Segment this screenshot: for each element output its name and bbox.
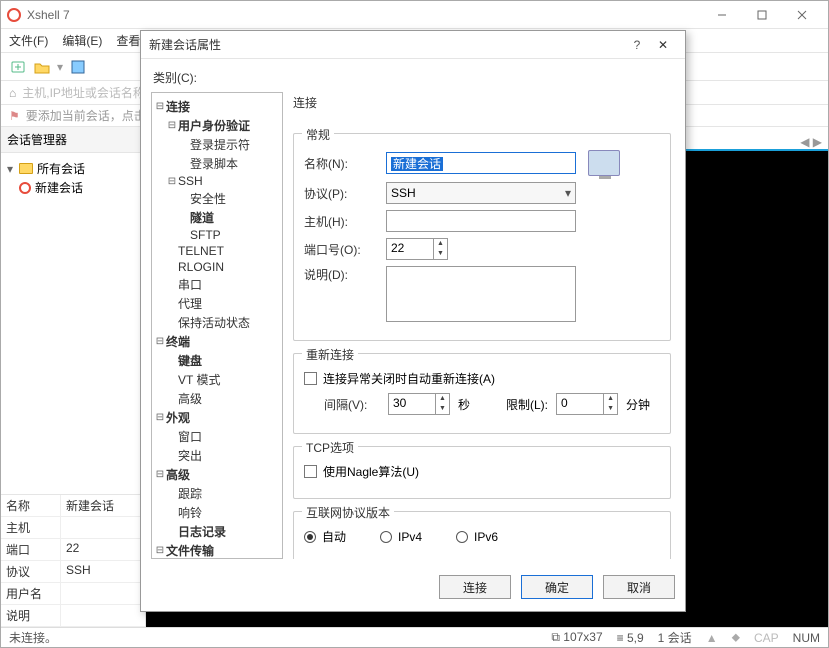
cancel-button[interactable]: 取消 bbox=[603, 575, 675, 599]
ipversion-legend: 互联网协议版本 bbox=[302, 504, 394, 521]
session-tree[interactable]: ▾ 所有会话 新建会话 bbox=[1, 153, 145, 203]
new-session-dialog: 新建会话属性 ? ✕ 类别(C): ⊟连接⊟用户身份验证登录提示符登录脚本⊟SS… bbox=[140, 30, 686, 612]
protocol-label: 协议(P): bbox=[304, 185, 378, 202]
category-tree-item[interactable]: 登录脚本 bbox=[154, 154, 280, 173]
menu-file[interactable]: 文件(F) bbox=[9, 32, 48, 49]
category-tree-item[interactable]: ⊟终端 bbox=[154, 332, 280, 351]
port-input[interactable]: 22 ▲▼ bbox=[386, 238, 448, 260]
app-icon bbox=[7, 8, 21, 22]
ip-auto-radio[interactable]: 自动 bbox=[304, 528, 346, 545]
property-row: 用户名 bbox=[1, 583, 145, 605]
ipv6-radio[interactable]: IPv6 bbox=[456, 530, 498, 544]
status-sessions: 1 会话 bbox=[658, 629, 692, 646]
session-properties-table: 名称新建会话主机端口22协议SSH用户名说明 bbox=[1, 494, 145, 627]
property-row: 说明 bbox=[1, 605, 145, 627]
desc-label: 说明(D): bbox=[304, 266, 378, 283]
status-size: 107x37 bbox=[563, 630, 602, 644]
tree-collapse-icon[interactable]: ▾ bbox=[5, 162, 15, 176]
tree-session-label[interactable]: 新建会话 bbox=[35, 179, 83, 196]
category-tree[interactable]: ⊟连接⊟用户身份验证登录提示符登录脚本⊟SSH安全性隧道SFTPTELNETRL… bbox=[151, 92, 283, 559]
category-tree-item[interactable]: SFTP bbox=[154, 227, 280, 243]
category-tree-item[interactable]: ⊟SSH bbox=[154, 173, 280, 189]
status-num: NUM bbox=[793, 631, 820, 645]
minimize-button[interactable] bbox=[702, 2, 742, 28]
home-icon: ⌂ bbox=[9, 86, 16, 100]
limit-input[interactable]: 0 ▲▼ bbox=[556, 393, 618, 415]
session-manager-header: 会话管理器 bbox=[1, 127, 145, 153]
maximize-button[interactable] bbox=[742, 2, 782, 28]
category-tree-item[interactable]: 跟踪 bbox=[154, 484, 280, 503]
category-label: 类别(C): bbox=[151, 65, 675, 92]
category-tree-item[interactable]: ⊟用户身份验证 bbox=[154, 116, 280, 135]
category-tree-item[interactable]: ⊟外观 bbox=[154, 408, 280, 427]
monitor-icon bbox=[588, 150, 620, 176]
category-tree-item[interactable]: 键盘 bbox=[154, 351, 280, 370]
general-legend: 常规 bbox=[302, 126, 334, 143]
menu-edit[interactable]: 编辑(E) bbox=[62, 32, 102, 49]
category-tree-item[interactable]: 保持活动状态 bbox=[154, 313, 280, 332]
interval-input[interactable]: 30 ▲▼ bbox=[388, 393, 450, 415]
open-folder-icon[interactable] bbox=[33, 58, 51, 76]
close-button[interactable] bbox=[782, 2, 822, 28]
section-title: 连接 bbox=[293, 92, 671, 113]
dialog-close-button[interactable]: ✕ bbox=[649, 38, 677, 52]
category-tree-item[interactable]: 窗口 bbox=[154, 427, 280, 446]
status-left: 未连接。 bbox=[9, 629, 57, 646]
tcp-legend: TCP选项 bbox=[302, 439, 358, 456]
address-placeholder: 主机,IP地址或会话名称 bbox=[22, 84, 145, 101]
status-cap: CAP bbox=[754, 631, 779, 645]
status-bar: 未连接。 ⧉ 107x37 ≡ 5,9 1 会话 ▲ ⬥ CAP NUM bbox=[1, 627, 828, 647]
category-tree-item[interactable]: ⊟文件传输 bbox=[154, 541, 280, 559]
nagle-checkbox[interactable]: 使用Nagle算法(U) bbox=[304, 463, 419, 480]
tcp-group: TCP选项 使用Nagle算法(U) bbox=[293, 446, 671, 499]
category-tree-item[interactable]: 代理 bbox=[154, 294, 280, 313]
host-label: 主机(H): bbox=[304, 213, 378, 230]
category-tree-item[interactable]: ⊟连接 bbox=[154, 97, 280, 116]
category-tree-item[interactable]: ⊟高级 bbox=[154, 465, 280, 484]
ok-button[interactable]: 确定 bbox=[521, 575, 593, 599]
tree-root-label[interactable]: 所有会话 bbox=[37, 160, 85, 177]
property-row: 端口22 bbox=[1, 539, 145, 561]
status-pos: 5,9 bbox=[627, 631, 644, 645]
ipv4-radio[interactable]: IPv4 bbox=[380, 530, 422, 544]
description-input[interactable] bbox=[386, 266, 576, 322]
category-tree-item[interactable]: 高级 bbox=[154, 389, 280, 408]
new-session-icon[interactable] bbox=[9, 58, 27, 76]
interval-label: 间隔(V): bbox=[324, 396, 380, 413]
category-tree-item[interactable]: 日志记录 bbox=[154, 522, 280, 541]
category-tree-item[interactable]: 登录提示符 bbox=[154, 135, 280, 154]
session-icon bbox=[19, 182, 31, 194]
category-tree-item[interactable]: 串口 bbox=[154, 275, 280, 294]
reconnect-legend: 重新连接 bbox=[302, 346, 358, 363]
save-icon[interactable] bbox=[69, 58, 87, 76]
property-row: 协议SSH bbox=[1, 561, 145, 583]
app-title: Xshell 7 bbox=[27, 8, 702, 22]
name-input[interactable]: 新建会话 bbox=[386, 152, 576, 174]
limit-label: 限制(L): bbox=[506, 396, 548, 413]
category-tree-item[interactable]: VT 模式 bbox=[154, 370, 280, 389]
general-group: 常规 名称(N): 新建会话 协议(P): SSH▾ 主机(H): bbox=[293, 133, 671, 341]
port-label: 端口号(O): bbox=[304, 241, 378, 258]
reconnect-group: 重新连接 连接异常关闭时自动重新连接(A) 间隔(V): 30 ▲▼ bbox=[293, 353, 671, 434]
dialog-help-button[interactable]: ? bbox=[625, 38, 649, 52]
property-row: 主机 bbox=[1, 517, 145, 539]
ipversion-group: 互联网协议版本 自动 IPv4 IPv6 bbox=[293, 511, 671, 559]
connect-button[interactable]: 连接 bbox=[439, 575, 511, 599]
protocol-select[interactable]: SSH▾ bbox=[386, 182, 576, 204]
tip-text: 要添加当前会话，点击 bbox=[26, 107, 146, 124]
flag-icon: ⚑ bbox=[9, 109, 20, 123]
property-row: 名称新建会话 bbox=[1, 495, 145, 517]
main-titlebar: Xshell 7 bbox=[1, 1, 828, 29]
category-tree-item[interactable]: 安全性 bbox=[154, 189, 280, 208]
category-tree-item[interactable]: 响铃 bbox=[154, 503, 280, 522]
name-label: 名称(N): bbox=[304, 155, 378, 172]
category-tree-item[interactable]: RLOGIN bbox=[154, 259, 280, 275]
folder-icon bbox=[19, 163, 33, 174]
auto-reconnect-checkbox[interactable]: 连接异常关闭时自动重新连接(A) bbox=[304, 370, 495, 387]
category-tree-item[interactable]: TELNET bbox=[154, 243, 280, 259]
category-tree-item[interactable]: 隧道 bbox=[154, 208, 280, 227]
host-input[interactable] bbox=[386, 210, 576, 232]
dialog-title: 新建会话属性 bbox=[149, 36, 625, 53]
category-tree-item[interactable]: 突出 bbox=[154, 446, 280, 465]
